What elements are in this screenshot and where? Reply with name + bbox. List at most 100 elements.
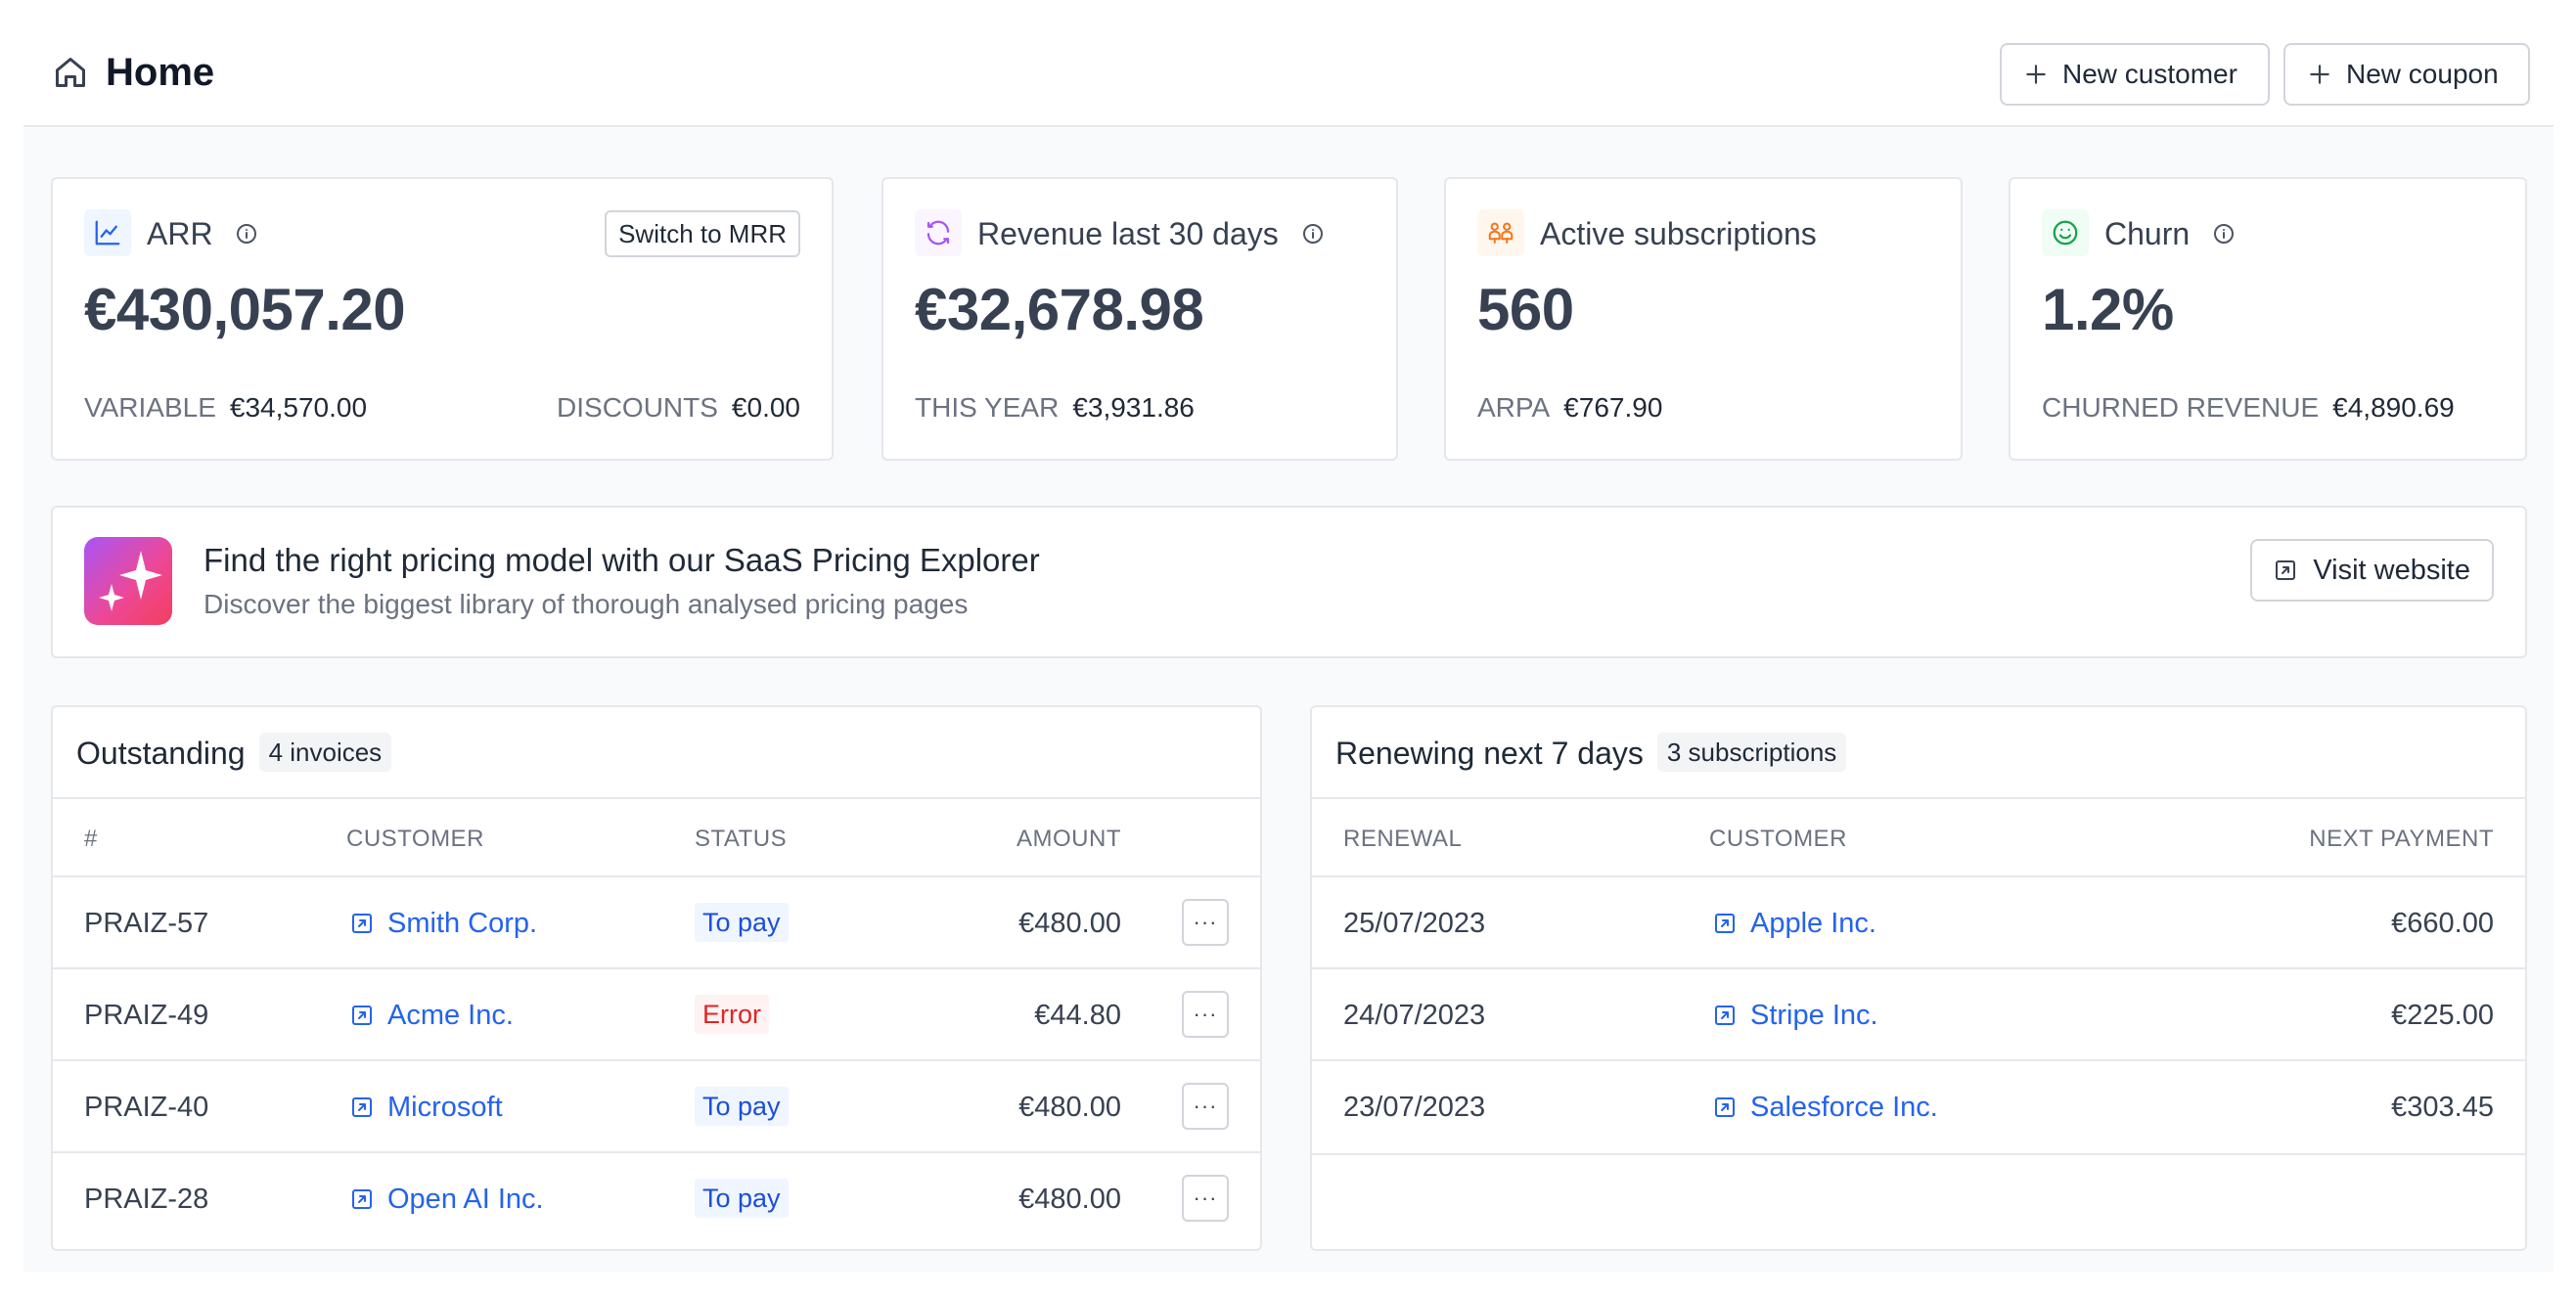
status-badge: Error <box>695 995 769 1034</box>
column-header-renewal: RENEWAL <box>1343 826 1463 852</box>
app: Home New customer New coupon ARR Switch … <box>23 0 2553 1272</box>
main-content: ARR Switch to MRR €430,057.20 VARIABLE €3… <box>23 128 2553 1272</box>
status-badge: To pay <box>695 1087 789 1126</box>
status-badge: To pay <box>695 903 789 942</box>
banner-title: Find the right pricing model with our Sa… <box>203 542 1040 578</box>
external-link-icon <box>1715 914 1735 933</box>
external-link-icon <box>1715 1006 1735 1025</box>
banner-subtitle: Discover the biggest library of thorough… <box>203 589 969 619</box>
plus-icon <box>2026 65 2046 84</box>
table-row[interactable]: PRAIZ-57 Smith Corp. To pay €480.00 ··· <box>53 877 1260 969</box>
status-badge: To pay <box>695 1179 789 1218</box>
smile-icon <box>2042 209 2089 256</box>
column-header-customer: CUSTOMER <box>1709 826 1847 852</box>
renewing-title: Renewing next 7 days <box>1335 736 1644 771</box>
renewal-date: 25/07/2023 <box>1343 908 1486 939</box>
churn-value: 1.2% <box>2042 277 2174 342</box>
outstanding-invoices-table: Outstanding 4 invoices # CUSTOMER STATUS … <box>51 705 1262 1251</box>
table-row[interactable]: 25/07/2023 Apple Inc. €660.00 <box>1312 877 2525 969</box>
new-customer-button[interactable]: New customer <box>2000 43 2270 106</box>
renewing-footer-divider <box>1312 1153 2525 1155</box>
invoice-amount: €480.00 <box>1018 1184 1121 1215</box>
table-row[interactable]: PRAIZ-40 Microsoft To pay €480.00 ··· <box>53 1061 1260 1153</box>
subscriptions-value: 560 <box>1477 277 1574 342</box>
column-header-status: STATUS <box>695 826 788 852</box>
customer-link[interactable]: Acme Inc. <box>350 995 514 1036</box>
outstanding-title: Outstanding <box>76 736 246 771</box>
info-icon[interactable] <box>2212 222 2236 246</box>
more-actions-button[interactable]: ··· <box>1182 1175 1229 1222</box>
subscriptions-count-badge: 3 subscriptions <box>1656 733 1847 772</box>
info-icon[interactable] <box>1301 222 1325 246</box>
renewal-date: 24/07/2023 <box>1343 1000 1486 1031</box>
customer-link[interactable]: Smith Corp. <box>350 903 537 944</box>
refresh-icon <box>915 209 962 256</box>
sparkles-logo-icon <box>84 537 172 625</box>
new-coupon-button[interactable]: New coupon <box>2283 43 2530 106</box>
external-link-icon <box>352 1006 372 1025</box>
table-row[interactable]: PRAIZ-28 Open AI Inc. To pay €480.00 ··· <box>53 1153 1260 1245</box>
chart-line-icon <box>84 209 131 256</box>
renewing-subscriptions-table: Renewing next 7 days 3 subscriptions RENE… <box>1310 705 2527 1251</box>
churn-revenue: CHURNED REVENUE €4,890.69 <box>2042 392 2455 423</box>
churn-label: Churn <box>2104 212 2236 255</box>
subscriptions-label: Active subscriptions <box>1540 216 1817 251</box>
arr-variable: VARIABLE €34,570.00 <box>84 392 368 423</box>
external-link-icon <box>1715 1097 1735 1117</box>
switch-to-mrr-button[interactable]: Switch to MRR <box>605 210 800 257</box>
renewing-header: Renewing next 7 days 3 subscriptions <box>1312 707 2525 799</box>
table-row[interactable]: PRAIZ-49 Acme Inc. Error €44.80 ··· <box>53 969 1260 1061</box>
customer-link[interactable]: Salesforce Inc. <box>1713 1087 1938 1128</box>
renewing-column-headers: RENEWAL CUSTOMER NEXT PAYMENT <box>1312 799 2525 877</box>
customer-link[interactable]: Apple Inc. <box>1713 903 1876 944</box>
invoices-count-badge: 4 invoices <box>258 733 392 772</box>
column-header-amount: AMOUNT <box>1017 826 1121 852</box>
arr-card: ARR Switch to MRR €430,057.20 VARIABLE €3… <box>51 177 834 461</box>
external-link-icon <box>2276 560 2296 580</box>
arr-label: ARR <box>147 212 258 255</box>
next-payment-amount: €303.45 <box>2391 1092 2494 1123</box>
table-row[interactable]: 23/07/2023 Salesforce Inc. €303.45 <box>1312 1061 2525 1153</box>
revenue-label: Revenue last 30 days <box>977 212 1325 255</box>
table-row[interactable]: 24/07/2023 Stripe Inc. €225.00 <box>1312 969 2525 1061</box>
visit-website-button[interactable]: Visit website <box>2250 539 2494 602</box>
new-customer-label: New customer <box>2062 59 2237 89</box>
external-link-icon <box>352 1189 372 1209</box>
visit-website-label: Visit website <box>2313 554 2470 586</box>
arr-discounts: DISCOUNTS €0.00 <box>557 392 800 423</box>
customer-link[interactable]: Stripe Inc. <box>1713 995 1878 1036</box>
users-icon <box>1477 209 1524 256</box>
next-payment-amount: €225.00 <box>2391 1000 2494 1031</box>
new-coupon-label: New coupon <box>2346 59 2499 89</box>
info-icon[interactable] <box>235 222 258 246</box>
revenue-card: Revenue last 30 days €32,678.98 THIS YEA… <box>881 177 1398 461</box>
subscriptions-card: Active subscriptions 560 ARPA €767.90 <box>1444 177 1963 461</box>
outstanding-column-headers: # CUSTOMER STATUS AMOUNT <box>53 799 1260 877</box>
page-title: Home <box>106 51 215 94</box>
renewal-date: 23/07/2023 <box>1343 1092 1486 1123</box>
more-actions-button[interactable]: ··· <box>1182 991 1229 1038</box>
invoice-amount: €480.00 <box>1018 908 1121 939</box>
invoice-amount: €44.80 <box>1034 1000 1121 1031</box>
external-link-icon <box>352 1097 372 1117</box>
column-header-customer: CUSTOMER <box>346 826 484 852</box>
invoice-id: PRAIZ-49 <box>84 1000 209 1031</box>
invoice-id: PRAIZ-57 <box>84 908 209 939</box>
subscriptions-arpa: ARPA €767.90 <box>1477 392 1663 423</box>
customer-link[interactable]: Open AI Inc. <box>350 1179 544 1220</box>
column-header-next-payment: NEXT PAYMENT <box>2309 826 2494 852</box>
revenue-value: €32,678.98 <box>915 277 1204 342</box>
invoice-id: PRAIZ-28 <box>84 1184 209 1215</box>
invoice-id: PRAIZ-40 <box>84 1092 209 1123</box>
revenue-this-year: THIS YEAR €3,931.86 <box>915 392 1195 423</box>
plus-icon <box>2310 65 2329 84</box>
column-header-number: # <box>84 826 98 852</box>
pricing-explorer-banner: Find the right pricing model with our Sa… <box>51 506 2527 658</box>
page-header: Home New customer New coupon <box>23 0 2553 127</box>
customer-link[interactable]: Microsoft <box>350 1087 503 1128</box>
more-actions-button[interactable]: ··· <box>1182 1083 1229 1130</box>
more-actions-button[interactable]: ··· <box>1182 899 1229 946</box>
external-link-icon <box>352 914 372 933</box>
next-payment-amount: €660.00 <box>2391 908 2494 939</box>
churn-card: Churn 1.2% CHURNED REVENUE €4,890.69 <box>2009 177 2527 461</box>
